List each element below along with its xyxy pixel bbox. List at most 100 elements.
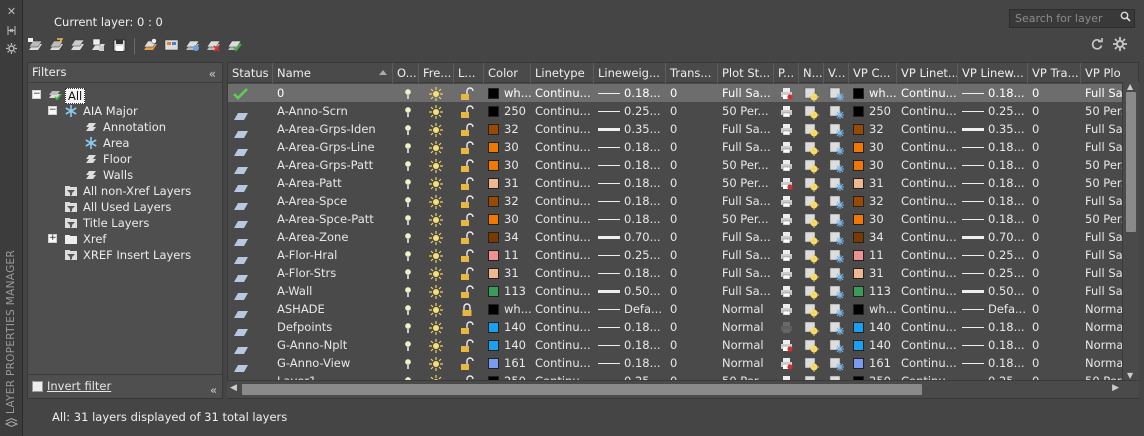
cell-status[interactable] <box>228 156 273 174</box>
lock-open-icon[interactable] <box>460 141 474 156</box>
vp-freeze-icon[interactable] <box>829 339 844 354</box>
vp-freeze-icon[interactable] <box>829 177 844 192</box>
cell-status[interactable] <box>228 120 273 138</box>
cell-on[interactable] <box>393 84 419 102</box>
cell-transparency[interactable]: 0 <box>666 174 718 192</box>
layer-row[interactable]: A-Area-Spce 32 Continu... 0.18... 0 Full Sa..… <box>228 192 1138 210</box>
cell-status[interactable] <box>228 318 273 336</box>
cell-freeze[interactable] <box>419 102 454 120</box>
collapse-toggle[interactable]: − <box>32 90 41 99</box>
layer-row[interactable]: G-Anno-Nplt 140 Continu... 0.18... 0 Normal 14… <box>228 336 1138 354</box>
properties-icon[interactable] <box>5 42 18 55</box>
cell-plot[interactable] <box>774 174 799 192</box>
col-header-vp-color[interactable]: VP C... <box>849 63 897 83</box>
collapse-toggle[interactable]: − <box>48 106 57 115</box>
cell-plot-style[interactable]: Full Sa... <box>718 120 774 138</box>
vp-freeze-icon[interactable] <box>829 195 844 210</box>
cell-lock[interactable] <box>454 84 484 102</box>
cell-lineweight[interactable]: 0.25... <box>594 102 666 120</box>
filter-node-xref[interactable]: + Xref <box>28 231 218 247</box>
cell-vp-lineweight[interactable]: 0.25... <box>958 102 1028 120</box>
plot-printer-icon[interactable] <box>780 249 793 264</box>
new-vp-freeze-icon[interactable] <box>804 357 819 372</box>
col-header-vp-transparency[interactable]: VP Tra... <box>1028 63 1081 83</box>
cell-lineweight[interactable]: 0.18... <box>594 138 666 156</box>
cell-vp-freeze[interactable] <box>824 264 849 282</box>
scroll-left-icon[interactable]: ◀ <box>230 383 237 393</box>
cell-vp-linetype[interactable]: Continu... <box>897 246 958 264</box>
vp-freeze-icon[interactable] <box>829 357 844 372</box>
cell-lock[interactable] <box>454 174 484 192</box>
new-property-filter-icon[interactable] <box>27 37 44 54</box>
layer-properties-icon[interactable] <box>163 37 180 54</box>
cell-plot[interactable] <box>774 282 799 300</box>
cell-lineweight[interactable]: 0.18... <box>594 210 666 228</box>
plot-printer-icon[interactable] <box>780 231 793 246</box>
cell-freeze[interactable] <box>419 264 454 282</box>
palette-title-bar[interactable]: ✕ LAYER PROPERTIES MANAGER <box>0 0 23 436</box>
cell-freeze[interactable] <box>419 174 454 192</box>
new-vp-freeze-icon[interactable] <box>804 195 819 210</box>
layer-row[interactable]: A-Area-Grps-Line 30 Continu... 0.18... 0 Full… <box>228 138 1138 156</box>
cell-vp-color[interactable]: 250 <box>849 102 897 120</box>
cell-transparency[interactable]: 0 <box>666 336 718 354</box>
layer-row[interactable]: A-Area-Grps-Patt 30 Continu... 0.18... 0 50 P… <box>228 156 1138 174</box>
cell-lock[interactable] <box>454 102 484 120</box>
cell-vp-linetype[interactable]: Continu... <box>897 174 958 192</box>
cell-new-vp-freeze[interactable] <box>799 192 824 210</box>
new-vp-freeze-icon[interactable] <box>804 285 819 300</box>
cell-vp-color[interactable]: 140 <box>849 336 897 354</box>
cell-plot-style[interactable]: 50 Per... <box>718 102 774 120</box>
cell-plot-style[interactable]: 50 Per... <box>718 156 774 174</box>
lock-open-icon[interactable] <box>460 231 474 246</box>
cell-freeze[interactable] <box>419 84 454 102</box>
cell-vp-linetype[interactable]: Continu... <box>897 264 958 282</box>
new-group-filter-icon[interactable] <box>48 37 65 54</box>
new-vp-freeze-icon[interactable] <box>804 141 819 156</box>
thaw-sun-icon[interactable] <box>429 231 443 246</box>
cell-vp-linetype[interactable]: Continu... <box>897 354 958 372</box>
new-vp-freeze-icon[interactable] <box>804 339 819 354</box>
cell-plot[interactable] <box>774 318 799 336</box>
cell-status[interactable] <box>228 138 273 156</box>
col-header-plot[interactable]: P... <box>774 63 799 83</box>
save-icon[interactable] <box>111 37 128 54</box>
lock-open-icon[interactable] <box>460 105 474 120</box>
col-header-vp-linetype[interactable]: VP Linet... <box>897 63 958 83</box>
cell-lineweight[interactable]: 0.18... <box>594 264 666 282</box>
cell-new-vp-freeze[interactable] <box>799 84 824 102</box>
layer-row[interactable]: G-Anno-View 161 Continu... 0.18... 0 Normal 16… <box>228 354 1138 372</box>
plot-printer-icon[interactable] <box>780 213 793 228</box>
new-vp-freeze-icon[interactable] <box>804 105 819 120</box>
cell-vp-freeze[interactable] <box>824 228 849 246</box>
cell-plot-style[interactable]: Normal <box>718 336 774 354</box>
cell-color[interactable]: wh... <box>484 84 531 102</box>
lock-open-icon[interactable] <box>460 321 474 336</box>
cell-new-vp-freeze[interactable] <box>799 300 824 318</box>
plot-printer-icon[interactable] <box>780 267 793 282</box>
cell-vp-transparency[interactable]: 0 <box>1028 300 1081 318</box>
on-bulb-icon[interactable] <box>403 159 413 174</box>
lock-open-icon[interactable] <box>460 249 474 264</box>
filter-node-annotation[interactable]: Annotation <box>28 119 218 135</box>
cell-vp-linetype[interactable]: Continu... <box>897 84 958 102</box>
cell-plot[interactable] <box>774 246 799 264</box>
cell-color[interactable]: 31 <box>484 264 531 282</box>
horizontal-scrollbar[interactable]: ◀ ▶ <box>227 380 1139 398</box>
layer-row[interactable]: ASHADE wh... Continu... Defa... 0 Normal wh...… <box>228 300 1138 318</box>
cell-linetype[interactable]: Continu... <box>531 318 594 336</box>
cell-status[interactable] <box>228 300 273 318</box>
layer-row[interactable]: A-Area-Zone 34 Continu... 0.70... 0 Full Sa..… <box>228 228 1138 246</box>
plot-printer-icon[interactable] <box>780 159 793 174</box>
cell-plot-style[interactable]: Normal <box>718 354 774 372</box>
cell-new-vp-freeze[interactable] <box>799 174 824 192</box>
settings-gear-icon[interactable] <box>1113 37 1127 51</box>
on-bulb-icon[interactable] <box>403 285 413 300</box>
cell-transparency[interactable]: 0 <box>666 354 718 372</box>
cell-plot-style[interactable]: Full Sa... <box>718 138 774 156</box>
cell-lock[interactable] <box>454 300 484 318</box>
lock-open-icon[interactable] <box>460 87 474 102</box>
cell-lock[interactable] <box>454 228 484 246</box>
scroll-down-icon[interactable]: ▼ <box>1127 371 1133 380</box>
col-header-linetype[interactable]: Linetype <box>531 63 594 83</box>
